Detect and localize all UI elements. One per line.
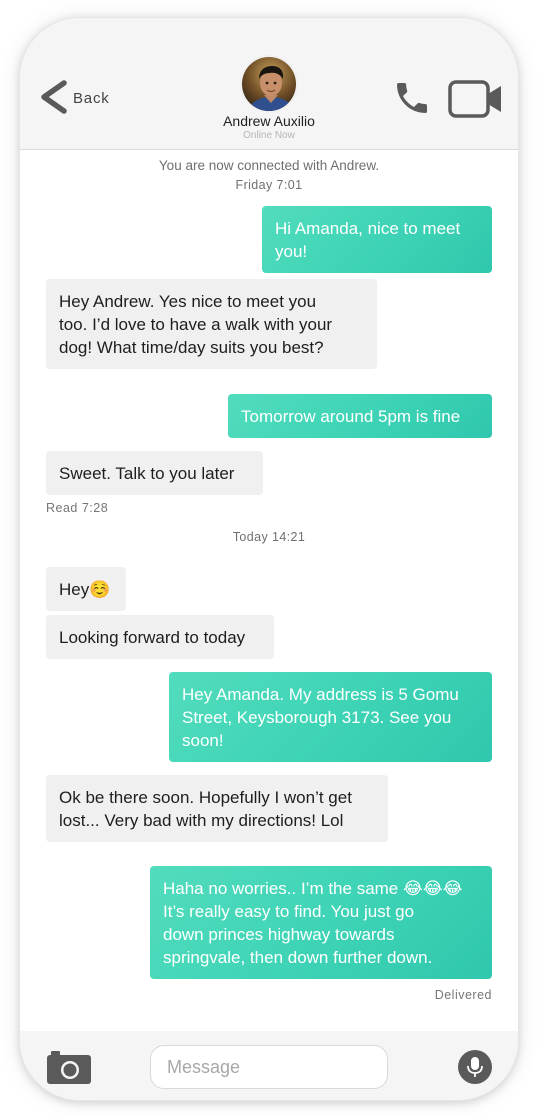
chevron-left-icon <box>41 80 67 114</box>
video-call-button[interactable] <box>448 80 504 118</box>
connection-notice: You are now connected with Andrew. <box>158 158 380 173</box>
read-receipt: Read 7:28 <box>46 501 109 515</box>
timestamp: Today 14:21 <box>232 530 306 544</box>
message-incoming[interactable]: Sweet. Talk to you later <box>46 451 263 495</box>
message-outgoing[interactable]: Hey Amanda. My address is 5 Gomu Street,… <box>169 672 492 762</box>
mic-button[interactable] <box>458 1050 492 1084</box>
message-outgoing[interactable]: Tomorrow around 5pm is fine <box>228 394 492 438</box>
message-outgoing[interactable]: Hi Amanda, nice to meet you! <box>262 206 492 273</box>
message-thread[interactable]: You are now connected with Andrew. Frida… <box>20 151 518 1031</box>
microphone-icon <box>467 1057 483 1077</box>
message-incoming[interactable]: Looking forward to today <box>46 615 274 659</box>
message-input[interactable] <box>150 1045 388 1089</box>
message-incoming[interactable]: Hey Andrew. Yes nice to meet you too. I’… <box>46 279 377 369</box>
call-button[interactable] <box>392 78 432 118</box>
avatar[interactable] <box>240 55 298 113</box>
contact-name: Andrew Auxilio <box>223 113 315 129</box>
camera-icon <box>47 1051 91 1084</box>
message-incoming[interactable]: Hey☺️ <box>46 567 126 611</box>
camera-button[interactable] <box>46 1049 92 1085</box>
chat-header: Back Andrew Auxilio Online Now <box>20 18 518 150</box>
composer-bar <box>20 1031 518 1100</box>
message-outgoing[interactable]: Haha no worries.. I’m the same 😂😂😂 It’s … <box>150 866 492 979</box>
delivered-status: Delivered <box>434 988 492 1002</box>
video-camera-icon <box>448 80 501 118</box>
message-incoming[interactable]: Ok be there soon. Hopefully I won’t get … <box>46 775 388 842</box>
back-label: Back <box>73 89 110 107</box>
phone-frame: Back Andrew Auxilio Online Now You are n… <box>20 18 518 1100</box>
phone-icon <box>397 83 427 113</box>
contact-status: Online Now <box>243 130 295 141</box>
back-button[interactable]: Back <box>38 80 110 114</box>
timestamp: Friday 7:01 <box>235 178 303 192</box>
